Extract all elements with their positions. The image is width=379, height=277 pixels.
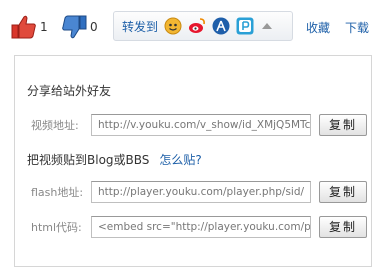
thumbs-down-icon [62, 15, 87, 39]
dislike-count: 0 [90, 20, 98, 34]
qzone-icon[interactable] [164, 17, 182, 35]
thumbs-up-icon [11, 15, 36, 39]
collapse-arrow-icon[interactable] [262, 23, 273, 29]
weibo-icon[interactable] [188, 17, 206, 35]
html-code-label: html代码: [31, 221, 82, 234]
blog-section-title: 把视频贴到Blog或BBS 怎么贴? [27, 151, 202, 168]
download-link[interactable]: 下载 [345, 19, 369, 36]
like-count: 1 [40, 20, 48, 34]
copy-video-url-button[interactable]: 复制 [319, 114, 367, 136]
share-panel: 分享给站外好友 视频地址: http://v.youku.com/v_show/… [14, 55, 372, 267]
renren-icon[interactable] [212, 17, 230, 35]
like-button[interactable]: 1 [10, 14, 48, 40]
video-url-label: 视频地址: [31, 119, 79, 132]
share-label: 转发到 [122, 19, 159, 34]
action-toolbar: 1 0 转发到 收藏 下载 [0, 0, 379, 46]
kaixin-icon[interactable] [236, 17, 254, 35]
html-code-field[interactable]: <embed src="http://player.youku.com/p [91, 216, 311, 238]
share-panel-title: 分享给站外好友 [27, 84, 112, 98]
copy-html-code-button[interactable]: 复制 [319, 216, 367, 238]
how-to-paste-link[interactable]: 怎么贴? [159, 153, 201, 167]
share-bar: 转发到 [113, 11, 293, 41]
blog-section-label: 把视频贴到Blog或BBS [27, 153, 150, 167]
dislike-button[interactable]: 0 [60, 14, 98, 40]
favorite-link[interactable]: 收藏 [306, 19, 330, 36]
video-url-field[interactable]: http://v.youku.com/v_show/id_XMjQ5MTc [91, 114, 311, 136]
flash-url-field[interactable]: http://player.youku.com/player.php/sid/ [91, 181, 311, 203]
copy-flash-url-button[interactable]: 复制 [319, 181, 367, 203]
flash-url-label: flash地址: [31, 186, 84, 199]
